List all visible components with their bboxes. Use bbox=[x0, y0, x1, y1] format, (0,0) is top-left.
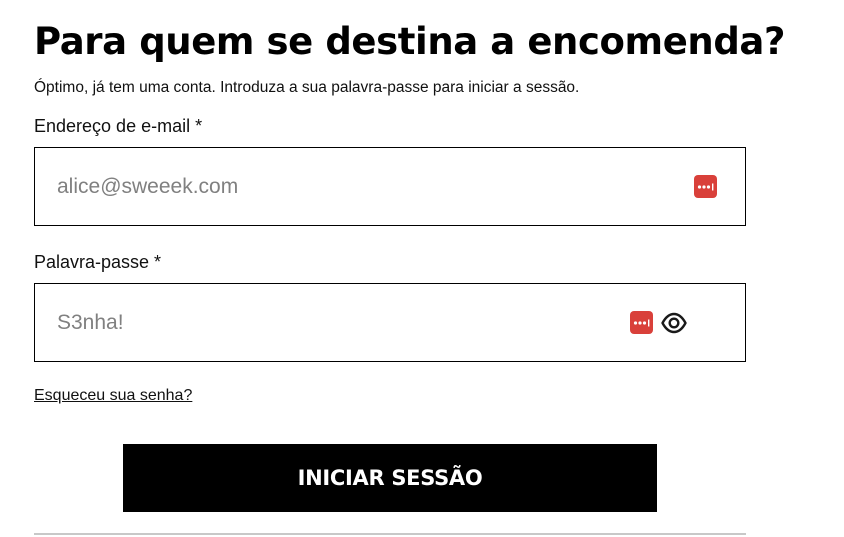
login-button[interactable]: INICIAR SESSÃO bbox=[123, 444, 657, 512]
password-label: Palavra-passe * bbox=[34, 252, 162, 272]
email-field[interactable] bbox=[57, 148, 617, 225]
password-manager-icon[interactable] bbox=[630, 311, 653, 334]
password-manager-icon[interactable] bbox=[694, 175, 717, 198]
divider bbox=[34, 533, 746, 535]
email-label: Endereço de e-mail * bbox=[34, 116, 203, 136]
email-field-container bbox=[34, 147, 746, 226]
page-title: Para quem se destina a encomenda? bbox=[34, 20, 786, 63]
forgot-password-link[interactable]: Esqueceu sua senha? bbox=[34, 387, 192, 405]
password-field-container bbox=[34, 283, 746, 362]
eye-icon[interactable] bbox=[660, 309, 688, 337]
password-field[interactable] bbox=[57, 284, 617, 361]
page-subtitle: Óptimo, já tem uma conta. Introduza a su… bbox=[34, 79, 580, 96]
